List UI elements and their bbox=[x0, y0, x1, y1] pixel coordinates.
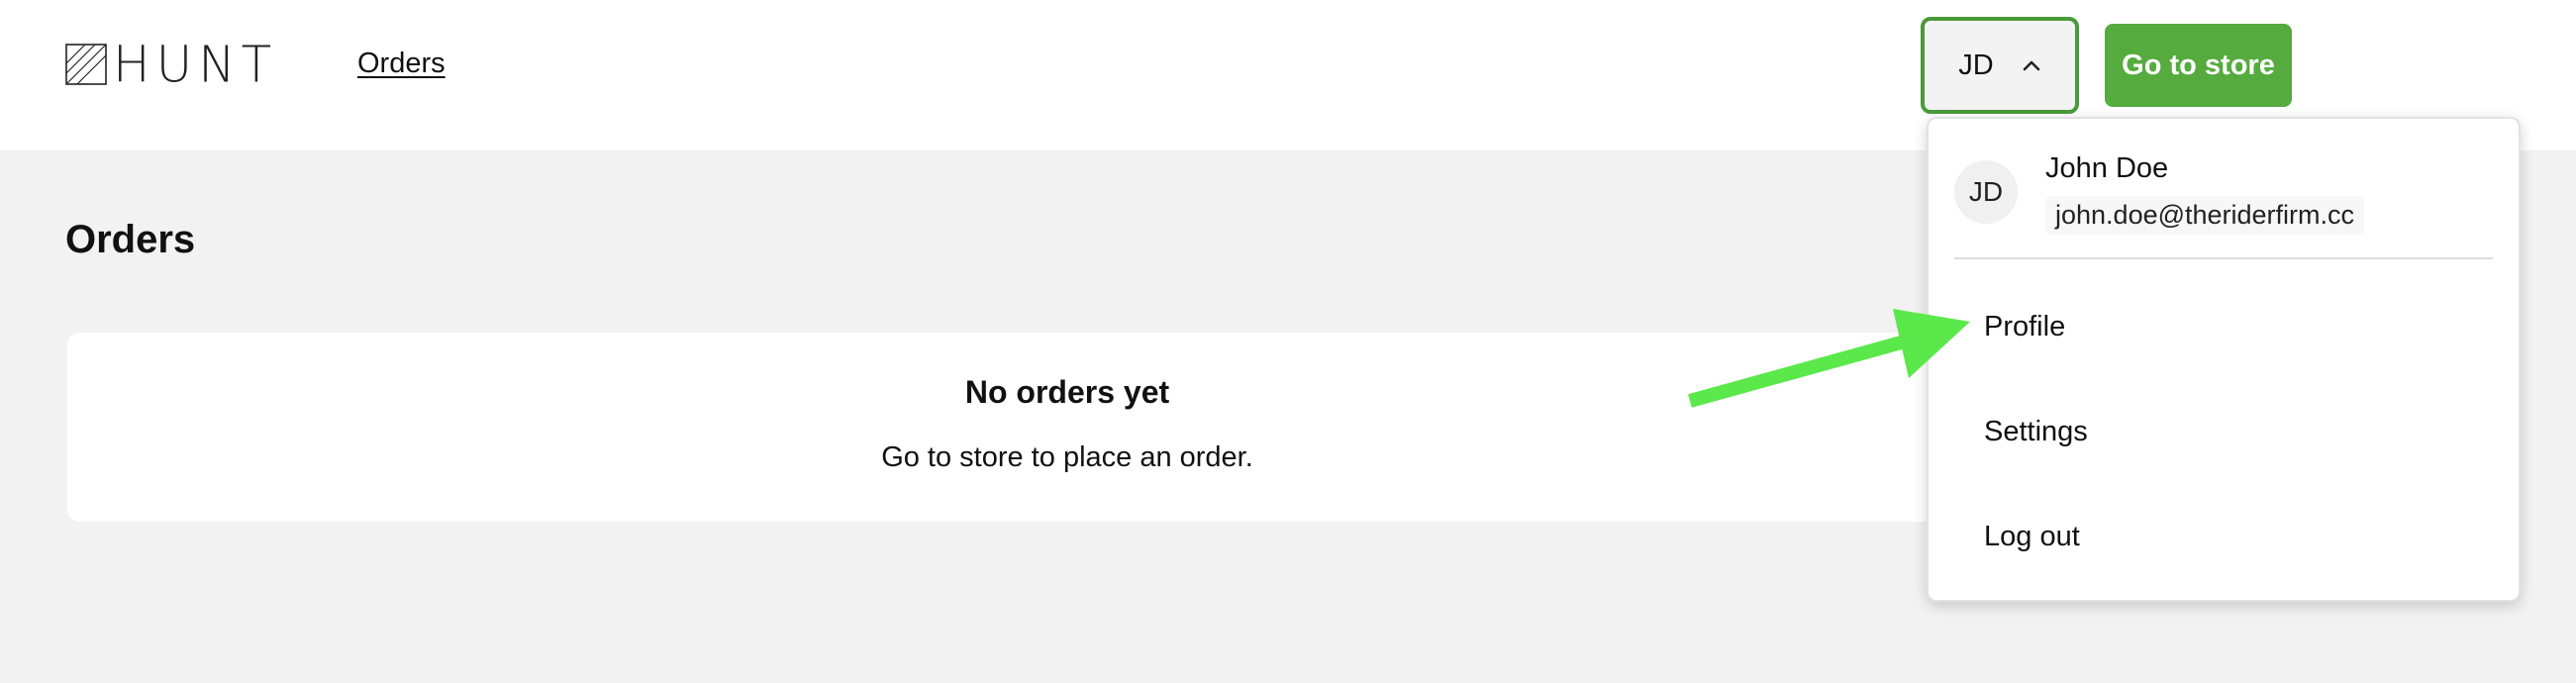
user-initials: JD bbox=[1958, 49, 1994, 81]
go-to-store-button[interactable]: Go to store bbox=[2105, 24, 2292, 107]
empty-orders-card: No orders yet Go to store to place an or… bbox=[67, 333, 2067, 522]
user-dropdown-menu: JD John Doe john.doe@theriderfirm.cc Pro… bbox=[1927, 117, 2521, 602]
empty-state-message: Go to store to place an order. bbox=[881, 441, 1253, 473]
user-name: John Doe bbox=[2045, 152, 2169, 184]
logo-mark-icon bbox=[65, 44, 107, 85]
hunt-logo[interactable]: HUNT bbox=[65, 35, 278, 94]
user-menu-button[interactable]: JD bbox=[1921, 17, 2079, 114]
empty-state-title: No orders yet bbox=[964, 374, 1170, 410]
menu-item-log-out[interactable]: Log out bbox=[1984, 521, 2080, 553]
logo-text: HUNT bbox=[113, 35, 278, 94]
avatar: JD bbox=[1954, 160, 2018, 224]
chevron-up-icon bbox=[2023, 60, 2040, 71]
menu-divider bbox=[1954, 257, 2493, 259]
menu-item-profile[interactable]: Profile bbox=[1984, 311, 2065, 343]
page-title: Orders bbox=[65, 218, 196, 261]
user-email: john.doe@theriderfirm.cc bbox=[2045, 196, 2365, 235]
menu-item-settings[interactable]: Settings bbox=[1984, 416, 2088, 448]
nav-orders-link[interactable]: Orders bbox=[357, 48, 446, 80]
